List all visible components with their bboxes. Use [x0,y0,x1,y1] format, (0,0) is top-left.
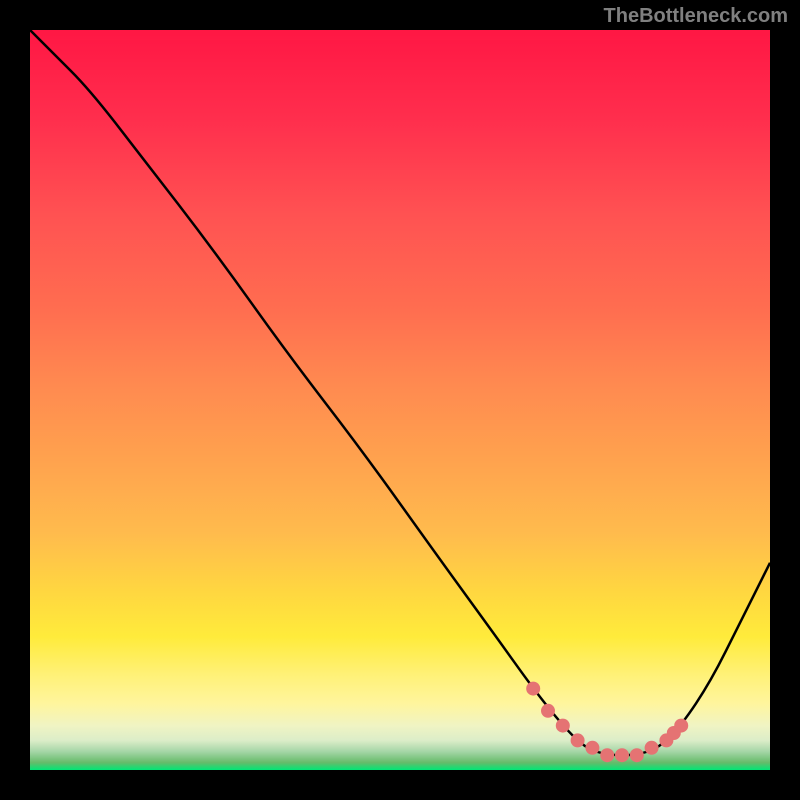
optimal-point-marker [645,741,659,755]
optimal-point-marker [585,741,599,755]
optimal-point-marker [556,719,570,733]
chart-plot-area [30,30,770,770]
optimal-point-marker [674,719,688,733]
optimal-point-marker [526,682,540,696]
watermark-text: TheBottleneck.com [604,5,788,28]
optimal-point-marker [571,733,585,747]
optimal-point-marker [630,748,644,762]
optimal-point-marker [600,748,614,762]
optimal-point-marker [615,748,629,762]
optimal-point-marker [541,704,555,718]
bottleneck-curve [30,30,770,770]
